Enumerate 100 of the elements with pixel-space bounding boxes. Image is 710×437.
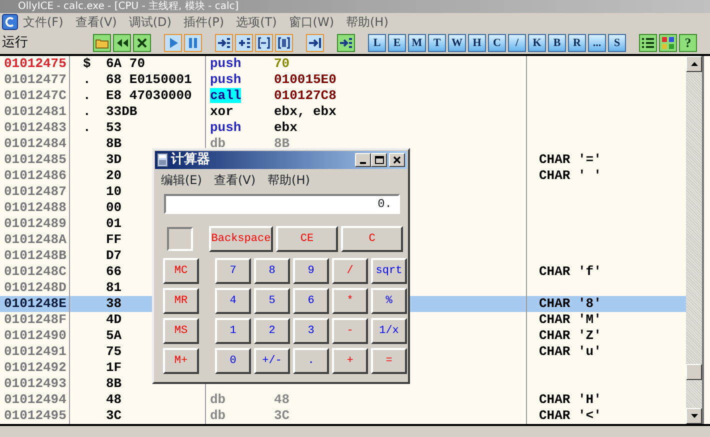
toolbar-button[interactable]: E [388, 34, 406, 52]
toolbar-button[interactable] [275, 34, 293, 52]
calculator-key[interactable]: 7 [215, 258, 251, 284]
menu-item[interactable]: 查看(V) [75, 13, 117, 31]
address-text: 01012493 [4, 376, 66, 391]
address-text: 01012484 [4, 136, 66, 151]
toolbar-button[interactable]: M [408, 34, 426, 52]
calculator-key[interactable]: 2 [254, 318, 290, 344]
toolbar-button[interactable] [337, 34, 355, 52]
mnemonic-text: db [210, 136, 226, 151]
scroll-thumb[interactable] [686, 364, 702, 380]
mnemonic-text: db [210, 408, 226, 423]
menu-item[interactable]: 选项(T) [236, 13, 277, 31]
operand-text: ebx [274, 120, 298, 136]
marker-text: $ [83, 56, 91, 71]
menu-item[interactable]: 帮助(H) [346, 13, 388, 31]
menu-item[interactable]: 窗口(W) [288, 13, 334, 31]
toolbar-button[interactable] [255, 34, 273, 52]
comment-text: CHAR 'u' [539, 344, 602, 359]
calculator-key[interactable]: sqrt [371, 258, 407, 284]
toolbar-button[interactable] [659, 34, 677, 52]
address-text: 0101247C [4, 88, 66, 103]
calculator-key[interactable]: 0 [215, 348, 251, 374]
operand-text: 48 [274, 392, 290, 408]
calculator-key[interactable]: +/- [254, 348, 290, 374]
address-text: 0101248C [4, 264, 66, 279]
toolbar-button[interactable]: L [368, 34, 386, 52]
grid-icon [660, 34, 676, 50]
hex-text: 33DB [106, 104, 138, 120]
scroll-down-button[interactable] [686, 408, 702, 424]
hex-text: 81 [106, 280, 122, 296]
calculator-key[interactable]: 4 [215, 288, 251, 314]
toolbar-button[interactable]: ? [679, 34, 697, 52]
address-text: 01012485 [4, 152, 66, 167]
hex-text: 48 [106, 392, 122, 408]
close-icon [392, 156, 402, 164]
mnemonic-text: call [210, 88, 242, 103]
toolbar-button[interactable]: R [568, 34, 586, 52]
address-text: 01012488 [4, 200, 66, 215]
comment-text: CHAR '8' [539, 296, 602, 311]
menu-item[interactable]: 查看(V) [214, 171, 256, 187]
menu-item[interactable]: 插件(P) [183, 13, 224, 31]
hex-text: 1F [106, 360, 122, 376]
address-text: 0101248F [4, 312, 66, 327]
hex-text: 4D [106, 312, 122, 328]
toolbar-button[interactable]: ... [588, 34, 606, 52]
minimize-button[interactable] [355, 153, 371, 167]
toolbar-button[interactable] [133, 34, 151, 52]
close-button[interactable] [389, 153, 405, 167]
comment-text: CHAR 'Z' [539, 328, 602, 343]
address-text: 01012486 [4, 168, 66, 183]
operand-text: 010127C8 [274, 88, 336, 104]
window-title: 计算器 [171, 151, 211, 170]
window-icon [2, 14, 18, 30]
calculator-key[interactable]: 6 [293, 288, 329, 314]
toolbar-button[interactable]: / [508, 34, 526, 52]
scrollbar[interactable] [686, 56, 702, 424]
hex-text: 6A 70 [106, 56, 146, 72]
calculator-key[interactable]: . [293, 348, 329, 374]
toolbar-button[interactable]: W [448, 34, 466, 52]
menu-item[interactable]: 帮助(H) [268, 171, 310, 187]
hex-text: 8B [106, 376, 122, 392]
marker-text: . [83, 120, 91, 135]
toolbar-button[interactable] [215, 34, 233, 52]
maximize-button[interactable] [371, 153, 387, 167]
toolbar-button[interactable] [113, 34, 131, 52]
bracket-bars-icon [276, 34, 292, 50]
hex-text: 20 [106, 168, 122, 184]
hex-text: D7 [106, 248, 122, 264]
toolbar-button[interactable]: K [528, 34, 546, 52]
toolbar-button[interactable] [639, 34, 657, 52]
toolbar-button[interactable]: C [488, 34, 506, 52]
toolbar-button[interactable] [306, 34, 324, 52]
toolbar-button[interactable]: B [548, 34, 566, 52]
calculator-key[interactable]: 5 [254, 288, 290, 314]
scroll-up-button[interactable] [686, 56, 702, 72]
calculator-key[interactable]: 8 [254, 258, 290, 284]
address-text: 01012492 [4, 360, 66, 375]
toolbar-button[interactable]: T [428, 34, 446, 52]
toolbar-button[interactable]: H [468, 34, 486, 52]
toolbar-button[interactable] [93, 34, 111, 52]
calculator-key[interactable]: 3 [293, 318, 329, 344]
address-text: 01012483 [4, 120, 66, 135]
comment-text: CHAR '<' [539, 408, 602, 423]
calculator-key[interactable]: 1 [215, 318, 251, 344]
calculator-key[interactable]: % [371, 288, 407, 314]
menu-item[interactable]: 文件(F) [23, 13, 64, 31]
calculator-key[interactable]: 1/x [371, 318, 407, 344]
toolbar-button[interactable] [235, 34, 253, 52]
menu-item[interactable]: 调试(D) [128, 13, 172, 31]
status-text: 运行 [2, 34, 29, 52]
mnemonic-text: xor [210, 104, 234, 119]
toolbar-button[interactable]: S [608, 34, 626, 52]
mnemonic-text: db [210, 392, 226, 407]
address-text: 01012487 [4, 184, 66, 199]
menu-item[interactable]: 编辑(E) [161, 171, 202, 187]
address-text: 01012475 [4, 56, 66, 71]
hex-text: 75 [106, 344, 122, 360]
comment-text: CHAR ' ' [539, 168, 602, 183]
calculator-key[interactable]: 9 [293, 258, 329, 284]
